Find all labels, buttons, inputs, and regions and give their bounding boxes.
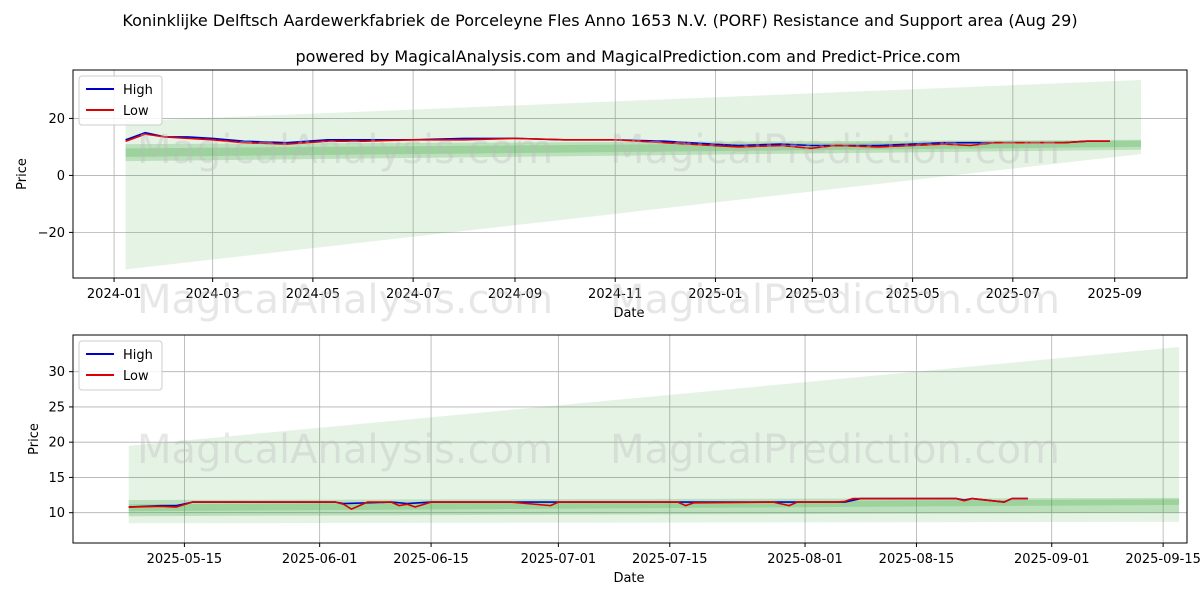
x-tick-label: 2025-07-15 <box>632 552 708 567</box>
x-tick-label: 2025-09 <box>1088 287 1142 302</box>
chart-title: Koninklijke Delftsch Aardewerkfabriek de… <box>122 11 1077 30</box>
watermark-analysis-top: MagicalAnalysis.com <box>137 127 553 173</box>
y-tick-label: 10 <box>48 506 65 521</box>
x-tick-label: 2025-08-01 <box>767 552 843 567</box>
x-tick-label: 2025-05-15 <box>147 552 223 567</box>
x-tick-label: 2025-09-01 <box>1014 552 1090 567</box>
figure: Koninklijke Delftsch Aardewerkfabriek de… <box>15 11 1200 586</box>
legend-label-low: Low <box>123 104 149 119</box>
y-tick-label: −20 <box>38 226 65 241</box>
watermark-prediction-top: MagicalPrediction.com <box>610 127 1060 173</box>
x-axis-label: Date <box>613 571 644 586</box>
y-tick-label: 20 <box>48 436 65 451</box>
y-axis-label: Price <box>15 158 30 190</box>
y-tick-label: 25 <box>48 400 65 415</box>
plot-area <box>125 79 1141 270</box>
watermark-analysis-bottom: MagicalAnalysis.com <box>137 427 553 473</box>
y-tick-label: 15 <box>48 471 65 486</box>
prediction-band <box>125 79 1141 270</box>
watermark-analysis-mid: MagicalAnalysis.com <box>137 277 553 323</box>
watermark-prediction-bottom: MagicalPrediction.com <box>610 427 1060 473</box>
watermark-prediction-mid: MagicalPrediction.com <box>610 277 1060 323</box>
x-tick-label: 2024-01 <box>87 287 141 302</box>
legend-label-high: High <box>123 83 153 98</box>
legend: High Low <box>78 75 163 126</box>
x-tick-label: 2025-06-15 <box>393 552 469 567</box>
y-tick-label: 20 <box>48 112 65 127</box>
x-tick-label: 2025-08-15 <box>879 552 955 567</box>
x-tick-label: 2025-09-15 <box>1125 552 1200 567</box>
legend-label-low: Low <box>123 369 149 384</box>
legend-label-high: High <box>123 348 153 363</box>
x-tick-label: 2025-07-01 <box>521 552 597 567</box>
legend: High Low <box>78 340 163 391</box>
chart-subtitle: powered by MagicalAnalysis.com and Magic… <box>295 47 960 66</box>
y-axis-label: Price <box>27 423 42 455</box>
x-tick-label: 2025-06-01 <box>282 552 358 567</box>
y-tick-label: 0 <box>57 169 65 184</box>
y-tick-label: 30 <box>48 365 65 380</box>
